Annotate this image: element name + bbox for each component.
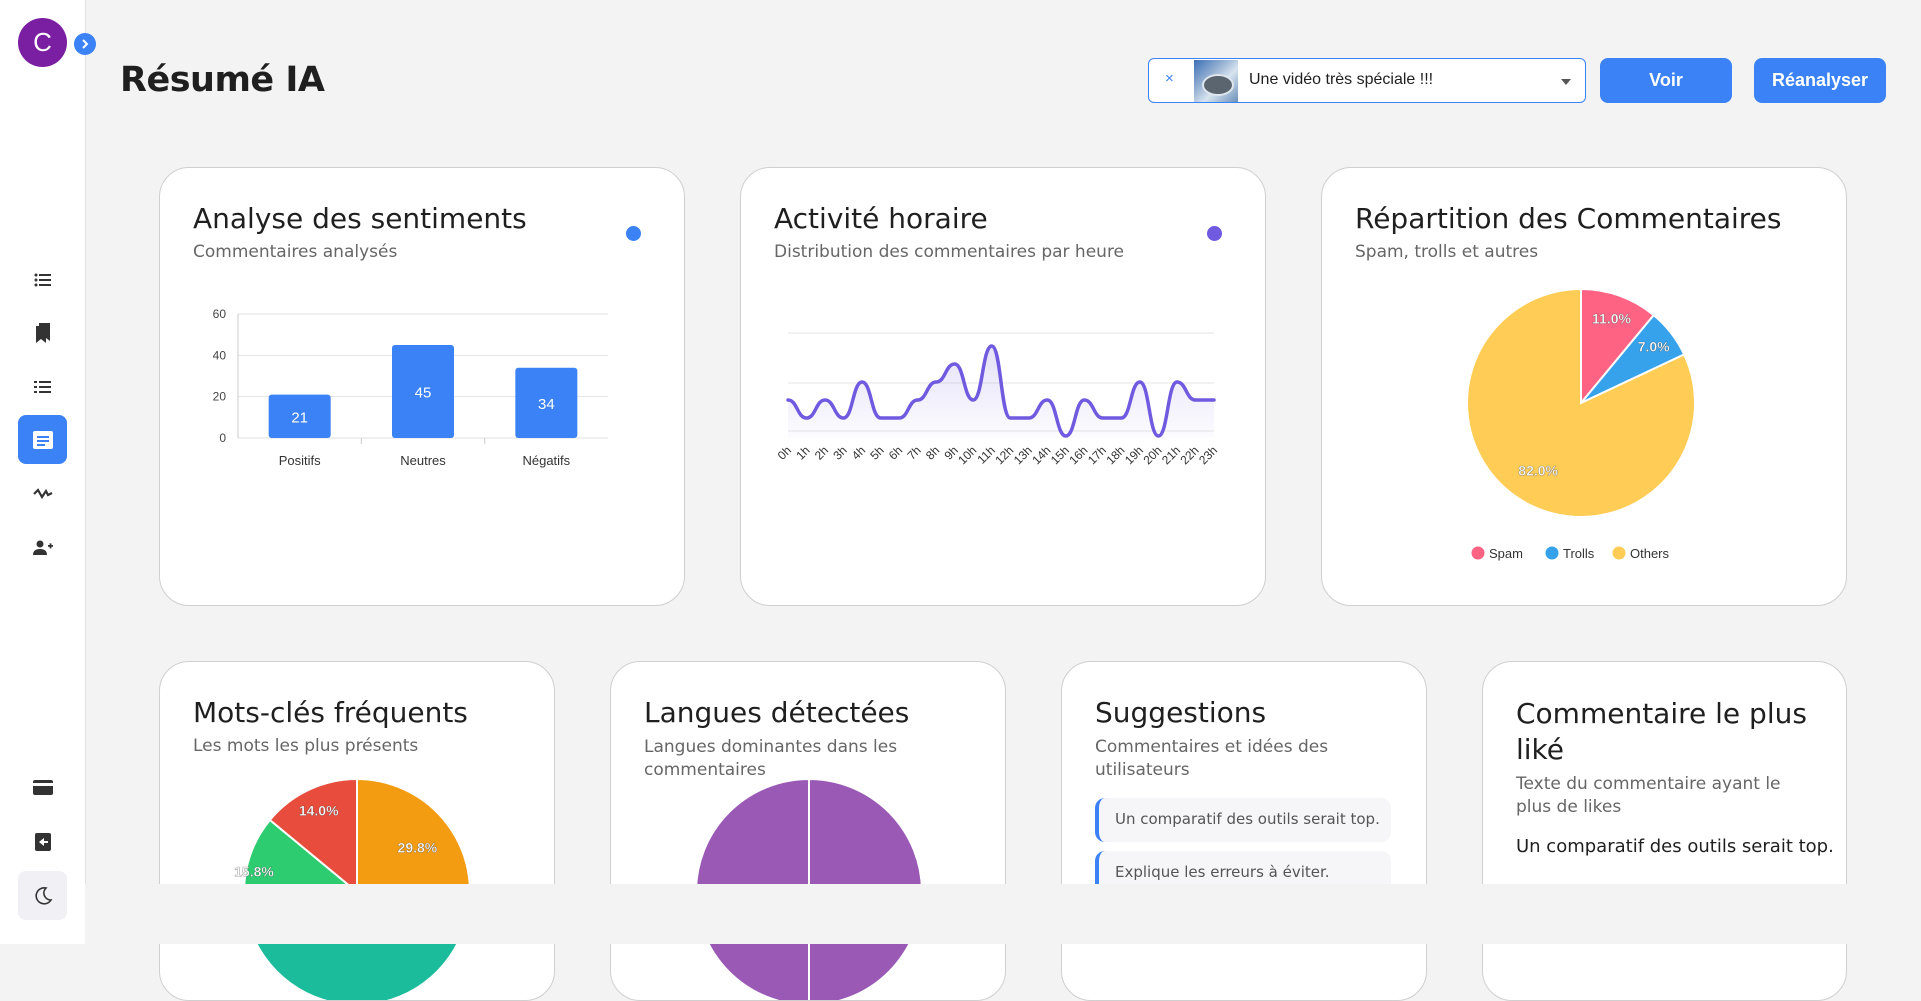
list-icon bbox=[34, 273, 51, 286]
languages-pie-chart bbox=[695, 777, 923, 1000]
bar-data-label: 34 bbox=[538, 396, 555, 413]
sidebar-item-list[interactable] bbox=[18, 255, 67, 304]
x-tick-label: 3h bbox=[830, 443, 849, 462]
sidebar-item-logout[interactable] bbox=[18, 817, 67, 866]
logout-icon bbox=[34, 832, 51, 851]
chevron-down-icon[interactable] bbox=[1561, 79, 1571, 85]
legend-label: Spam bbox=[1489, 546, 1523, 561]
y-tick-label: 60 bbox=[213, 307, 227, 321]
page-bottom-area bbox=[85, 884, 1921, 944]
legend-swatch bbox=[1471, 546, 1485, 560]
credit-card-icon bbox=[32, 780, 53, 795]
distribution-card: Répartition des Commentaires Spam, troll… bbox=[1321, 167, 1847, 606]
card-title: Suggestions bbox=[1095, 696, 1267, 729]
x-tick-label: Négatifs bbox=[522, 453, 570, 468]
pie-data-label: 82.0% bbox=[1518, 463, 1558, 479]
x-tick-label: Positifs bbox=[279, 453, 321, 468]
sidebar-item-activity[interactable] bbox=[18, 469, 67, 518]
x-tick-label: 0h bbox=[775, 443, 794, 462]
sidebar-item-billing[interactable] bbox=[18, 763, 67, 812]
pie-data-label: 11.0% bbox=[1592, 310, 1631, 326]
avatar[interactable]: C bbox=[18, 18, 67, 67]
bar-data-label: 21 bbox=[291, 409, 308, 426]
legend-swatch bbox=[1612, 546, 1626, 560]
bookmarks-icon bbox=[35, 322, 50, 343]
bar-data-label: 45 bbox=[415, 385, 432, 402]
languages-card: Langues détectées Langues dominantes dan… bbox=[610, 661, 1006, 1001]
x-tick-label: 1h bbox=[793, 443, 812, 462]
chevron-right-icon bbox=[82, 39, 89, 49]
ordered-list-icon bbox=[33, 380, 51, 393]
legend-label: Trolls bbox=[1563, 546, 1595, 561]
pie-data-label: 7.0% bbox=[1638, 339, 1670, 355]
video-thumbnail bbox=[1194, 60, 1238, 102]
video-select[interactable]: × Une vidéo très spéciale !!! bbox=[1148, 58, 1586, 103]
moon-icon bbox=[34, 886, 52, 905]
page-title: Résumé IA bbox=[120, 60, 325, 100]
pie-data-label: 29.8% bbox=[398, 840, 438, 856]
sentiment-card: Analyse des sentiments Commentaires anal… bbox=[159, 167, 685, 606]
y-tick-label: 20 bbox=[213, 390, 227, 404]
theme-toggle[interactable] bbox=[18, 871, 67, 920]
hourly-activity-card: Activité horaire Distribution des commen… bbox=[740, 167, 1266, 606]
reanalyze-button[interactable]: Réanalyser bbox=[1754, 58, 1886, 103]
sidebar-toggle-button[interactable] bbox=[74, 33, 96, 55]
suggestion-item: Un comparatif des outils serait top. bbox=[1095, 798, 1391, 842]
sidebar-item-add-user[interactable] bbox=[18, 523, 67, 572]
x-tick-label: 5h bbox=[867, 443, 886, 462]
pie-data-label: 15.8% bbox=[234, 864, 274, 880]
summary-icon bbox=[32, 430, 53, 449]
hourly-line-chart: 0h 1h 2h 3h 4h 5h 6h 7h 8h 9h10h11h12h13h14h15h16… bbox=[775, 332, 1220, 467]
x-tick-label: Neutres bbox=[400, 453, 446, 468]
legend-label: Others bbox=[1630, 546, 1670, 561]
x-tick-label: 23h bbox=[1196, 443, 1220, 467]
keywords-card: Mots-clés fréquents Les mots les plus pr… bbox=[159, 661, 555, 1001]
sentiment-bar-chart: 0 20 40 60 21 Positifs 45 Neutres 34 Négatifs bbox=[213, 307, 608, 468]
activity-icon bbox=[32, 487, 52, 499]
pie-data-label: 14.0% bbox=[299, 803, 339, 819]
x-tick-label: 4h bbox=[849, 443, 868, 462]
most-liked-comment: Un comparatif des outils serait top. bbox=[1516, 836, 1834, 857]
sidebar-item-ordered-list[interactable] bbox=[18, 362, 67, 411]
y-tick-label: 40 bbox=[213, 348, 227, 362]
x-tick-label: 2h bbox=[812, 443, 831, 462]
legend-swatch bbox=[1545, 546, 1559, 560]
suggestions-card: Suggestions Commentaires et idées des ut… bbox=[1061, 661, 1427, 1001]
view-button[interactable]: Voir bbox=[1600, 58, 1732, 103]
x-tick-label: 6h bbox=[886, 443, 905, 462]
distribution-pie-chart: 11.0% 7.0% 82.0% Spam Trolls Others bbox=[1466, 287, 1696, 561]
video-select-value: Une vidéo très spéciale !!! bbox=[1249, 71, 1434, 88]
most-liked-card: Commentaire le plus liké Texte du commen… bbox=[1482, 661, 1847, 1001]
card-title: Commentaire le plus liké bbox=[1516, 697, 1807, 766]
add-user-icon bbox=[32, 540, 53, 555]
x-tick-label: 8h bbox=[923, 443, 942, 462]
card-subtitle: Texte du commentaire ayant le plus de li… bbox=[1516, 774, 1781, 817]
sidebar-item-bookmarks[interactable] bbox=[18, 308, 67, 357]
y-tick-label: 0 bbox=[219, 431, 226, 445]
sidebar: C bbox=[0, 0, 86, 944]
keywords-pie-chart: 29.8% 15.8% 14.0% bbox=[234, 777, 471, 1000]
x-tick-label: 7h bbox=[904, 443, 923, 462]
sidebar-item-summary[interactable] bbox=[18, 415, 67, 464]
card-subtitle: Commentaires et idées des utilisateurs bbox=[1095, 737, 1329, 780]
clear-selection-icon[interactable]: × bbox=[1165, 70, 1174, 87]
avatar-letter: C bbox=[33, 27, 52, 57]
